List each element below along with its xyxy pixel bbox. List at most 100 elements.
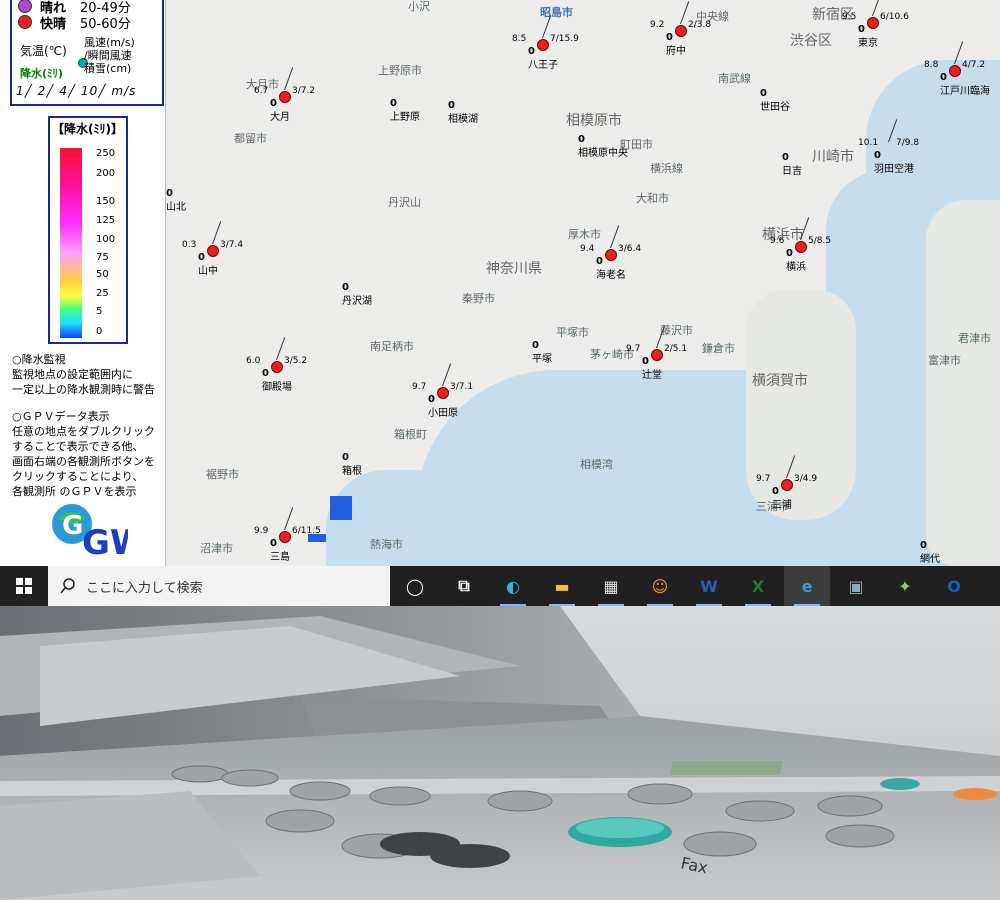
station-name: 箱根 bbox=[342, 466, 362, 477]
fax-machine-image: Fax bbox=[0, 606, 1000, 900]
station-name: 日吉 bbox=[782, 166, 802, 177]
precip-tick: 5 bbox=[96, 306, 103, 317]
precip-tick: 125 bbox=[96, 215, 116, 226]
station-wind: 2/5.1 bbox=[664, 344, 688, 354]
map-place-label: 富津市 bbox=[928, 354, 961, 367]
wind-label: 風速(m/s) /瞬間風速 積雪(cm) bbox=[84, 36, 135, 75]
station-name: 世田谷 bbox=[760, 102, 790, 113]
station-name: 相模湖 bbox=[448, 114, 478, 125]
taskbar-excel-button[interactable]: X bbox=[735, 566, 781, 606]
map-place-label: 昭島市 bbox=[540, 6, 573, 19]
legend-row-kaisei: 快晴 50-60分 bbox=[18, 14, 131, 32]
station-name: 府中 bbox=[666, 46, 686, 57]
taskbar-game-button[interactable]: ✦ bbox=[882, 566, 928, 606]
station-temp: 9.6 bbox=[770, 236, 785, 246]
map-place-label: 南武線 bbox=[718, 72, 751, 85]
station-dot-icon[interactable] bbox=[271, 361, 283, 373]
precip-tick: 75 bbox=[96, 252, 109, 263]
map-place-label: 横浜線 bbox=[650, 162, 683, 175]
station-name: 辻堂 bbox=[642, 370, 662, 381]
station-dot-icon[interactable] bbox=[867, 17, 879, 29]
taskbar-task-view-button[interactable]: ⧉ bbox=[441, 566, 487, 606]
station-dot-icon[interactable] bbox=[279, 91, 291, 103]
taskbar-network-button[interactable]: ▣ bbox=[833, 566, 879, 606]
taskbar-store-button[interactable]: ▦ bbox=[588, 566, 634, 606]
station-temp: 6.0 bbox=[246, 356, 261, 366]
station-name: 上野原 bbox=[390, 112, 420, 123]
map-place-label: 渋谷区 bbox=[790, 33, 832, 49]
station-dot-icon[interactable] bbox=[605, 249, 617, 261]
station-dot-icon[interactable] bbox=[949, 65, 961, 77]
map-place-label: 熱海市 bbox=[370, 538, 403, 551]
legend-note-line: クリックすることにより、 bbox=[12, 470, 144, 483]
weather-map[interactable]: 小沢 昭島市 中央線 新宿区 渋谷区 上野原市 南武線 大月市 相模原市 町田市 川崎市 都留市 横浜線… bbox=[166, 0, 1000, 566]
station-name: 横浜 bbox=[786, 262, 806, 273]
map-place-label: 沼津市 bbox=[200, 542, 233, 555]
legend-note-line: することで表示できる他、 bbox=[12, 440, 144, 453]
station-temp: 9.7 bbox=[412, 382, 427, 392]
station-wind: 5/8.5 bbox=[808, 236, 832, 246]
map-place-label: 箱根町 bbox=[394, 428, 427, 441]
map-place-label: 上野原市 bbox=[378, 64, 422, 77]
taskbar-edge-button[interactable]: ◐ bbox=[490, 566, 536, 606]
map-place-label: 相模湾 bbox=[580, 458, 613, 471]
game-icon: ✦ bbox=[898, 576, 912, 596]
station-name: 平塚 bbox=[532, 354, 552, 365]
app-icon: ☺ bbox=[651, 576, 669, 596]
precip-tick: 0 bbox=[96, 326, 103, 337]
station-dot-icon[interactable] bbox=[207, 245, 219, 257]
taskbar-file-explorer-button[interactable]: ▬ bbox=[539, 566, 585, 606]
station-name: 小田原 bbox=[428, 408, 458, 419]
station-name: 山中 bbox=[198, 266, 218, 277]
station-wind: 7/9.8 bbox=[896, 138, 920, 148]
station-temp: 9.2 bbox=[650, 20, 665, 30]
map-place-label: 裾野市 bbox=[206, 468, 239, 481]
gw-logo-icon: G GW bbox=[52, 504, 128, 558]
task-view-icon: ⧉ bbox=[458, 576, 470, 595]
precip-label: 降水(ﾐﾘ) bbox=[20, 67, 64, 80]
station-wind: 3/6.4 bbox=[618, 244, 642, 254]
miura-peninsula bbox=[746, 290, 856, 520]
legend-note-line: 各観測所 のＧＰＶを表示 bbox=[12, 485, 137, 498]
station-dot-icon[interactable] bbox=[781, 479, 793, 491]
station-name: 丹沢湖 bbox=[342, 296, 372, 307]
station-dot-icon[interactable] bbox=[651, 349, 663, 361]
map-place-label: 神奈川県 bbox=[486, 261, 542, 277]
windows-icon bbox=[16, 578, 32, 594]
station-name: 海老名 bbox=[596, 270, 626, 281]
map-place-label: 厚木市 bbox=[568, 228, 601, 241]
taskbar-ie-button[interactable]: e bbox=[784, 566, 830, 606]
taskbar-outlook-button[interactable]: O bbox=[931, 566, 977, 606]
station-dot-icon[interactable] bbox=[537, 39, 549, 51]
station-dot-icon[interactable] bbox=[795, 241, 807, 253]
map-place-label: 秦野市 bbox=[462, 292, 495, 305]
taskbar-word-button[interactable]: W bbox=[686, 566, 732, 606]
taskbar-app-button[interactable]: ☺ bbox=[637, 566, 683, 606]
map-place-label: 相模原市 bbox=[566, 113, 622, 129]
station-temp: 9.9 bbox=[254, 526, 269, 536]
taskbar-search[interactable]: ここに入力して検索 bbox=[48, 566, 390, 606]
station-wind: 3/7.1 bbox=[450, 382, 474, 392]
start-button[interactable] bbox=[0, 566, 48, 606]
network-icon: ▣ bbox=[848, 576, 864, 596]
station-wind: 7/15.9 bbox=[550, 34, 579, 44]
station-dot-icon[interactable] bbox=[437, 387, 449, 399]
svg-text:G: G bbox=[62, 511, 83, 541]
station-dot-icon[interactable] bbox=[279, 531, 291, 543]
station-name: 羽田空港 bbox=[874, 164, 914, 175]
legend-note-line: 一定以上の降水観測時に警告 bbox=[12, 383, 155, 396]
ie-icon: e bbox=[801, 576, 813, 596]
wind-line: 積雪(cm) bbox=[84, 62, 132, 75]
map-place-label: 平塚市 bbox=[556, 326, 589, 339]
precip-tick: 100 bbox=[96, 234, 116, 245]
excel-icon: X bbox=[751, 576, 765, 596]
legend-note-line: 監視地点の設定範囲内に bbox=[12, 368, 133, 381]
station-wind: 3/7.2 bbox=[292, 86, 316, 96]
station-dot-icon[interactable] bbox=[675, 25, 687, 37]
legend-notes: ○降水監視 監視地点の設定範囲内に 一定以上の降水観測時に警告 ○ＧＰＶデータ表示 任意… bbox=[12, 352, 155, 499]
legend-value: 50-60分 bbox=[80, 16, 131, 32]
station-temp: 10.1 bbox=[858, 138, 879, 148]
taskbar-cortana-button[interactable]: ◯ bbox=[392, 566, 438, 606]
precip-cell bbox=[330, 496, 352, 520]
legend-note-line bbox=[12, 397, 155, 409]
